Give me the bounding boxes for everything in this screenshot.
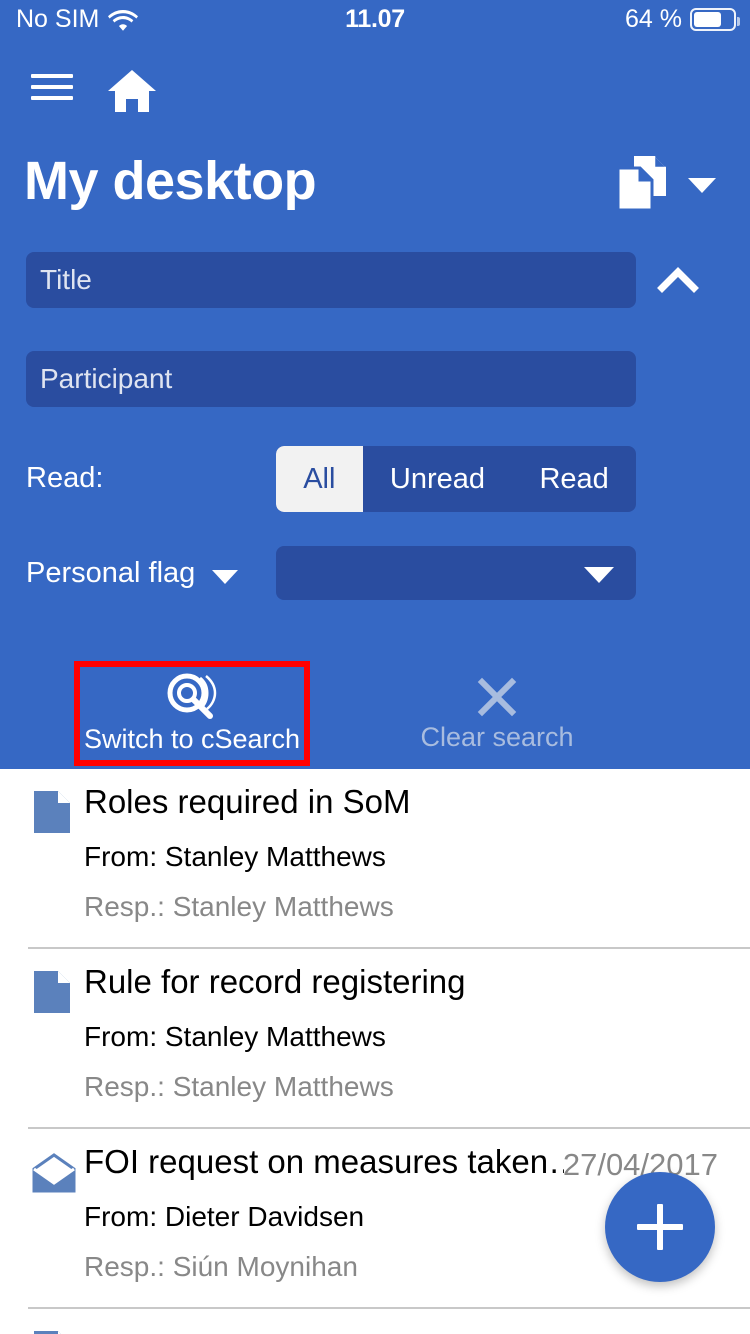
home-icon[interactable] <box>106 68 158 114</box>
status-bar: No SIM 11.07 64 % <box>0 0 750 44</box>
switch-to-csearch-label: Switch to cSearch <box>83 724 301 754</box>
list-item-from: From: Stanley Matthews <box>84 841 386 872</box>
hamburger-bar <box>31 85 73 89</box>
envelope-open-icon <box>32 1153 76 1193</box>
list-item-resp: Resp.: Siún Moynihan <box>84 1251 358 1282</box>
list-item-title: FOI request on measures taken… <box>84 1143 564 1180</box>
list-item[interactable]: Roles required in SoM From: Stanley Matt… <box>0 769 750 949</box>
battery-icon <box>690 8 740 31</box>
list-item-from: From: Stanley Matthews <box>84 1021 386 1052</box>
list-item[interactable]: Rule for record registering From: Stanle… <box>0 949 750 1129</box>
hamburger-menu-icon[interactable] <box>31 72 73 102</box>
personal-flag-row: Personal flag <box>0 546 750 602</box>
app-screen: No SIM 11.07 64 % My desktop Title Parti… <box>0 0 750 1334</box>
search-input-participant-placeholder: Participant <box>40 363 173 394</box>
list-item-title: Roles required in SoM <box>84 783 411 820</box>
close-x-icon <box>477 677 517 717</box>
list-item[interactable] <box>0 1309 750 1334</box>
clear-search-label: Clear search <box>420 722 574 752</box>
personal-flag-label[interactable]: Personal flag <box>26 557 195 590</box>
header: My desktop <box>0 140 750 230</box>
caret-down-icon <box>584 567 614 583</box>
status-bar-right: 64 % <box>625 5 740 34</box>
search-panel: No SIM 11.07 64 % My desktop Title Parti… <box>0 0 750 769</box>
list-item-from: From: Dieter Davidsen <box>84 1201 365 1232</box>
document-icon <box>34 971 70 1013</box>
list-item-resp: Resp.: Stanley Matthews <box>84 1071 394 1102</box>
list-item-title: Rule for record registering <box>84 963 466 1000</box>
personal-flag-select[interactable] <box>276 546 636 600</box>
add-button[interactable] <box>605 1172 715 1282</box>
document-icon <box>34 1331 61 1334</box>
clear-search-button[interactable]: Clear search <box>379 661 615 766</box>
segment-all[interactable]: All <box>276 446 363 512</box>
page-title: My desktop <box>24 151 317 211</box>
list-item-resp: Resp.: Stanley Matthews <box>84 891 394 922</box>
switch-to-csearch-button[interactable]: Switch to cSearch <box>74 661 310 766</box>
chevron-up-icon[interactable] <box>656 262 700 296</box>
search-actions-row: Switch to cSearch Clear search <box>0 661 750 769</box>
hamburger-bar <box>31 74 73 78</box>
segment-unread[interactable]: Unread <box>363 446 513 512</box>
read-filter-label: Read: <box>26 462 104 494</box>
search-input-title[interactable]: Title <box>26 252 636 308</box>
segment-read[interactable]: Read <box>512 446 636 512</box>
caret-down-icon[interactable] <box>212 570 238 584</box>
chevron-down-icon[interactable] <box>688 178 716 193</box>
search-input-participant[interactable]: Participant <box>26 351 636 407</box>
nav-bar <box>0 58 750 120</box>
hamburger-bar <box>31 96 73 100</box>
read-filter-row: Read: All Unread Read <box>0 446 750 512</box>
document-icon <box>34 791 70 833</box>
search-input-title-placeholder: Title <box>40 264 92 295</box>
battery-fill <box>694 12 721 27</box>
read-filter-segmented-control: All Unread Read <box>276 446 636 512</box>
documents-stack-icon[interactable] <box>616 154 672 214</box>
csearch-magnifier-icon <box>167 673 217 719</box>
battery-percent-label: 64 % <box>625 5 682 33</box>
